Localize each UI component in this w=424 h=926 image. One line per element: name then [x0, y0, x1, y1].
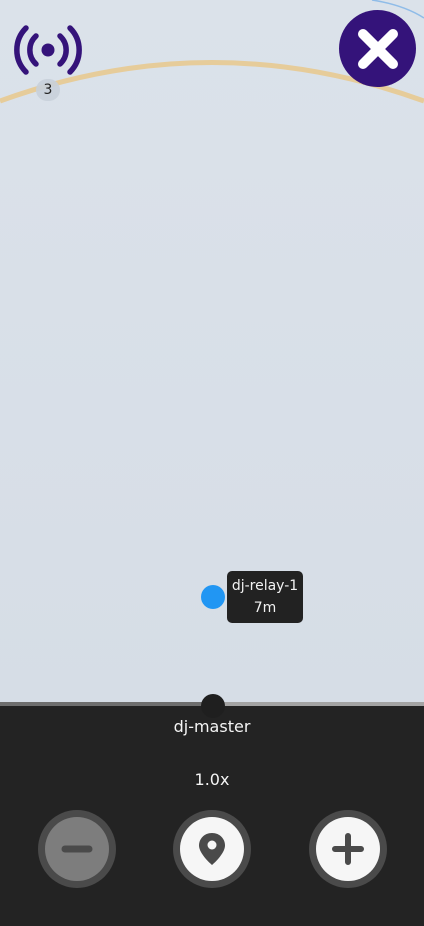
zoom-out-button[interactable]: [38, 810, 116, 888]
zoom-level: 1.0x: [194, 770, 230, 789]
minus-icon: [61, 845, 93, 853]
locate-button[interactable]: [173, 810, 251, 888]
progress-handle[interactable]: [201, 694, 225, 718]
peer-marker[interactable]: [201, 585, 225, 609]
progress-fill: [0, 702, 212, 706]
device-name: dj-master: [173, 717, 251, 736]
broadcast-signal-icon: [14, 25, 82, 75]
locate-face: [180, 817, 244, 881]
close-x-icon: [357, 28, 398, 69]
zoom-out-face: [45, 817, 109, 881]
zoom-in-button[interactable]: [309, 810, 387, 888]
peer-tooltip: dj-relay-1 7m: [227, 571, 303, 623]
peer-name: dj-relay-1: [231, 578, 299, 594]
radar-screen: dj-relay-1 7m 3 dj-master 1.0x: [0, 0, 424, 926]
plus-icon: [332, 833, 364, 865]
peer-distance: 7m: [253, 600, 277, 616]
peer-count-badge: 3: [36, 79, 60, 101]
map-area[interactable]: dj-relay-1 7m: [0, 0, 424, 706]
zoom-in-face: [316, 817, 380, 881]
close-button[interactable]: [339, 10, 416, 87]
map-pin-icon: [199, 833, 225, 865]
signal-button[interactable]: [14, 24, 82, 76]
